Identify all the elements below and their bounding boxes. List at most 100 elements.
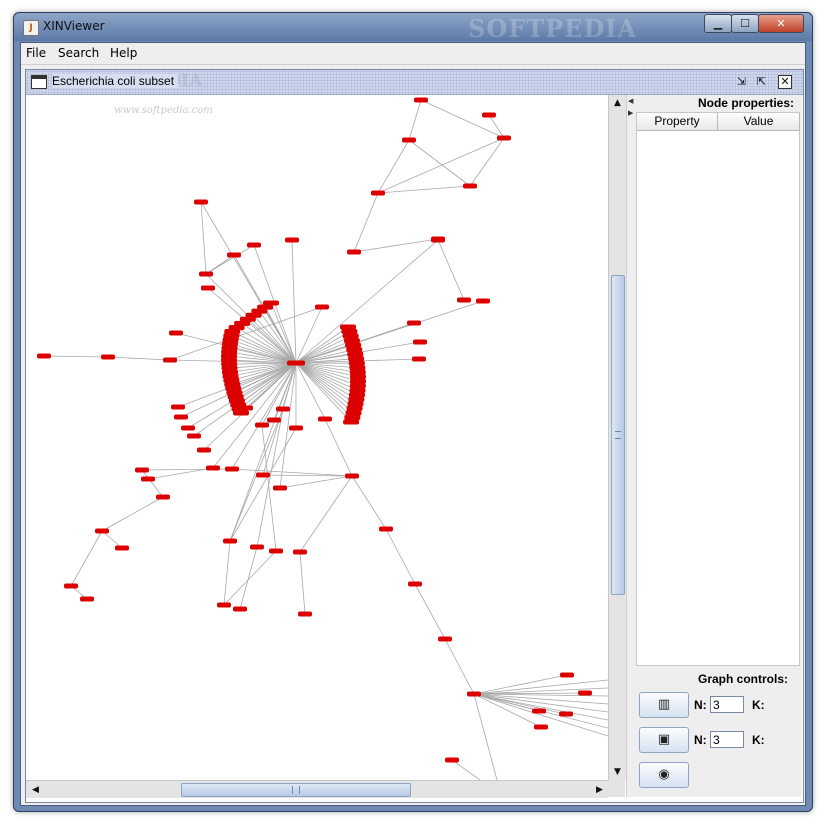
graph-node[interactable] bbox=[233, 410, 249, 416]
graph-node[interactable] bbox=[349, 387, 366, 393]
graph-node[interactable] bbox=[348, 360, 365, 366]
graph-node[interactable] bbox=[171, 404, 185, 410]
graph-node[interactable] bbox=[276, 406, 290, 412]
graph-node[interactable] bbox=[438, 636, 452, 642]
graph-node[interactable] bbox=[342, 333, 359, 339]
graph-node[interactable] bbox=[174, 414, 188, 420]
graph-node[interactable] bbox=[407, 320, 421, 326]
graph-node[interactable] bbox=[402, 137, 416, 143]
graph-node[interactable] bbox=[349, 365, 366, 371]
scroll-right-icon[interactable]: ▶ bbox=[592, 783, 607, 797]
graph-node[interactable] bbox=[233, 606, 247, 612]
graph-node[interactable] bbox=[247, 242, 261, 248]
frame-maximize-button[interactable]: ⇱ bbox=[754, 74, 769, 89]
graph-node[interactable] bbox=[225, 466, 239, 472]
column-header-value[interactable]: Value bbox=[718, 113, 800, 131]
vertical-scroll-thumb[interactable] bbox=[611, 275, 625, 595]
graph-node[interactable] bbox=[343, 419, 360, 425]
graph-node[interactable] bbox=[408, 581, 422, 587]
graph-node[interactable] bbox=[414, 97, 428, 103]
horizontal-scrollbar[interactable]: ◀ ▶ bbox=[26, 780, 608, 798]
graph-node[interactable] bbox=[64, 583, 78, 589]
scroll-up-icon[interactable]: ▲ bbox=[610, 96, 625, 110]
graph-node[interactable] bbox=[467, 691, 481, 697]
graph-node[interactable] bbox=[482, 112, 496, 118]
graph-node[interactable] bbox=[349, 369, 366, 375]
graph-node[interactable] bbox=[412, 356, 426, 362]
graph-node[interactable] bbox=[37, 353, 51, 359]
graph-node[interactable] bbox=[347, 351, 364, 357]
graph-node[interactable] bbox=[267, 417, 281, 423]
graph-node[interactable] bbox=[345, 473, 359, 479]
graph-node[interactable] bbox=[413, 339, 427, 345]
graph-node[interactable] bbox=[163, 357, 177, 363]
graph-node[interactable] bbox=[340, 324, 356, 330]
graph-canvas[interactable]: www.softpedia.com bbox=[26, 95, 608, 780]
close-button[interactable]: ✕ bbox=[758, 14, 804, 33]
graph-node[interactable] bbox=[349, 383, 366, 389]
menu-help[interactable]: Help bbox=[110, 46, 137, 60]
graph-node[interactable] bbox=[343, 338, 360, 344]
graph-node[interactable] bbox=[431, 237, 445, 243]
graph-node[interactable] bbox=[347, 249, 361, 255]
graph-node[interactable] bbox=[349, 374, 366, 380]
frame-close-button[interactable]: ✕ bbox=[778, 75, 792, 89]
graph-node[interactable] bbox=[187, 433, 201, 439]
graph-node[interactable] bbox=[269, 548, 283, 554]
network-graph[interactable] bbox=[26, 95, 608, 780]
collapse-left-icon[interactable]: ◀ bbox=[628, 97, 633, 105]
graph-node[interactable] bbox=[169, 330, 183, 336]
graph-node[interactable] bbox=[95, 528, 109, 534]
graph-node[interactable] bbox=[141, 476, 155, 482]
window-titlebar[interactable]: J XINViewer SOFTPEDIA ▁ ☐ ✕ bbox=[14, 13, 812, 43]
graph-node[interactable] bbox=[347, 401, 364, 407]
circle-layout-button[interactable]: ◉ bbox=[639, 762, 689, 788]
graph-node[interactable] bbox=[293, 549, 307, 555]
collapse-right-icon[interactable]: ▶ bbox=[628, 109, 633, 117]
menu-search[interactable]: Search bbox=[58, 46, 99, 60]
graph-node[interactable] bbox=[156, 494, 170, 500]
graph-node[interactable] bbox=[463, 183, 477, 189]
graph-node[interactable] bbox=[289, 425, 303, 431]
graph-node[interactable] bbox=[476, 298, 490, 304]
graph-node[interactable] bbox=[578, 690, 592, 696]
graph-node[interactable] bbox=[181, 425, 195, 431]
iconify-button[interactable]: ⇲ bbox=[734, 74, 749, 89]
n-input-1[interactable] bbox=[710, 696, 744, 713]
graph-node[interactable] bbox=[287, 360, 305, 366]
graph-node[interactable] bbox=[255, 422, 269, 428]
column-layout-button[interactable]: ▥ bbox=[639, 692, 689, 718]
graph-node[interactable] bbox=[560, 672, 574, 678]
graph-node[interactable] bbox=[197, 447, 211, 453]
graph-node[interactable] bbox=[199, 271, 213, 277]
scroll-left-icon[interactable]: ◀ bbox=[28, 783, 43, 797]
graph-node[interactable] bbox=[349, 378, 366, 384]
graph-node[interactable] bbox=[457, 297, 471, 303]
minimize-button[interactable]: ▁ bbox=[704, 14, 732, 33]
graph-node[interactable] bbox=[101, 354, 115, 360]
graph-node[interactable] bbox=[256, 472, 270, 478]
scroll-down-icon[interactable]: ▼ bbox=[610, 765, 625, 779]
graph-node[interactable] bbox=[532, 708, 546, 714]
graph-node[interactable] bbox=[371, 190, 385, 196]
graph-node[interactable] bbox=[379, 526, 393, 532]
graph-node[interactable] bbox=[348, 356, 365, 362]
graph-node[interactable] bbox=[534, 724, 548, 730]
node-properties-table[interactable]: Property Value bbox=[636, 112, 800, 666]
graph-node[interactable] bbox=[201, 285, 215, 291]
maximize-button[interactable]: ☐ bbox=[731, 14, 759, 33]
n-input-2[interactable] bbox=[710, 731, 744, 748]
horizontal-scroll-thumb[interactable] bbox=[181, 783, 411, 797]
frame-layout-button[interactable]: ▣ bbox=[639, 727, 689, 753]
graph-node[interactable] bbox=[341, 329, 358, 335]
vertical-scrollbar[interactable]: ▲ ▼ bbox=[608, 95, 626, 780]
graph-node[interactable] bbox=[348, 396, 365, 402]
graph-node[interactable] bbox=[194, 199, 208, 205]
graph-node[interactable] bbox=[80, 596, 94, 602]
graph-node[interactable] bbox=[445, 757, 459, 763]
internal-frame-titlebar[interactable]: SOFTPEDIA Escherichia coli subset ⇲ ⇱ ✕ bbox=[26, 70, 803, 95]
graph-node[interactable] bbox=[349, 392, 366, 398]
column-header-property[interactable]: Property bbox=[637, 113, 718, 131]
graph-node[interactable] bbox=[115, 545, 129, 551]
graph-node[interactable] bbox=[344, 414, 361, 420]
